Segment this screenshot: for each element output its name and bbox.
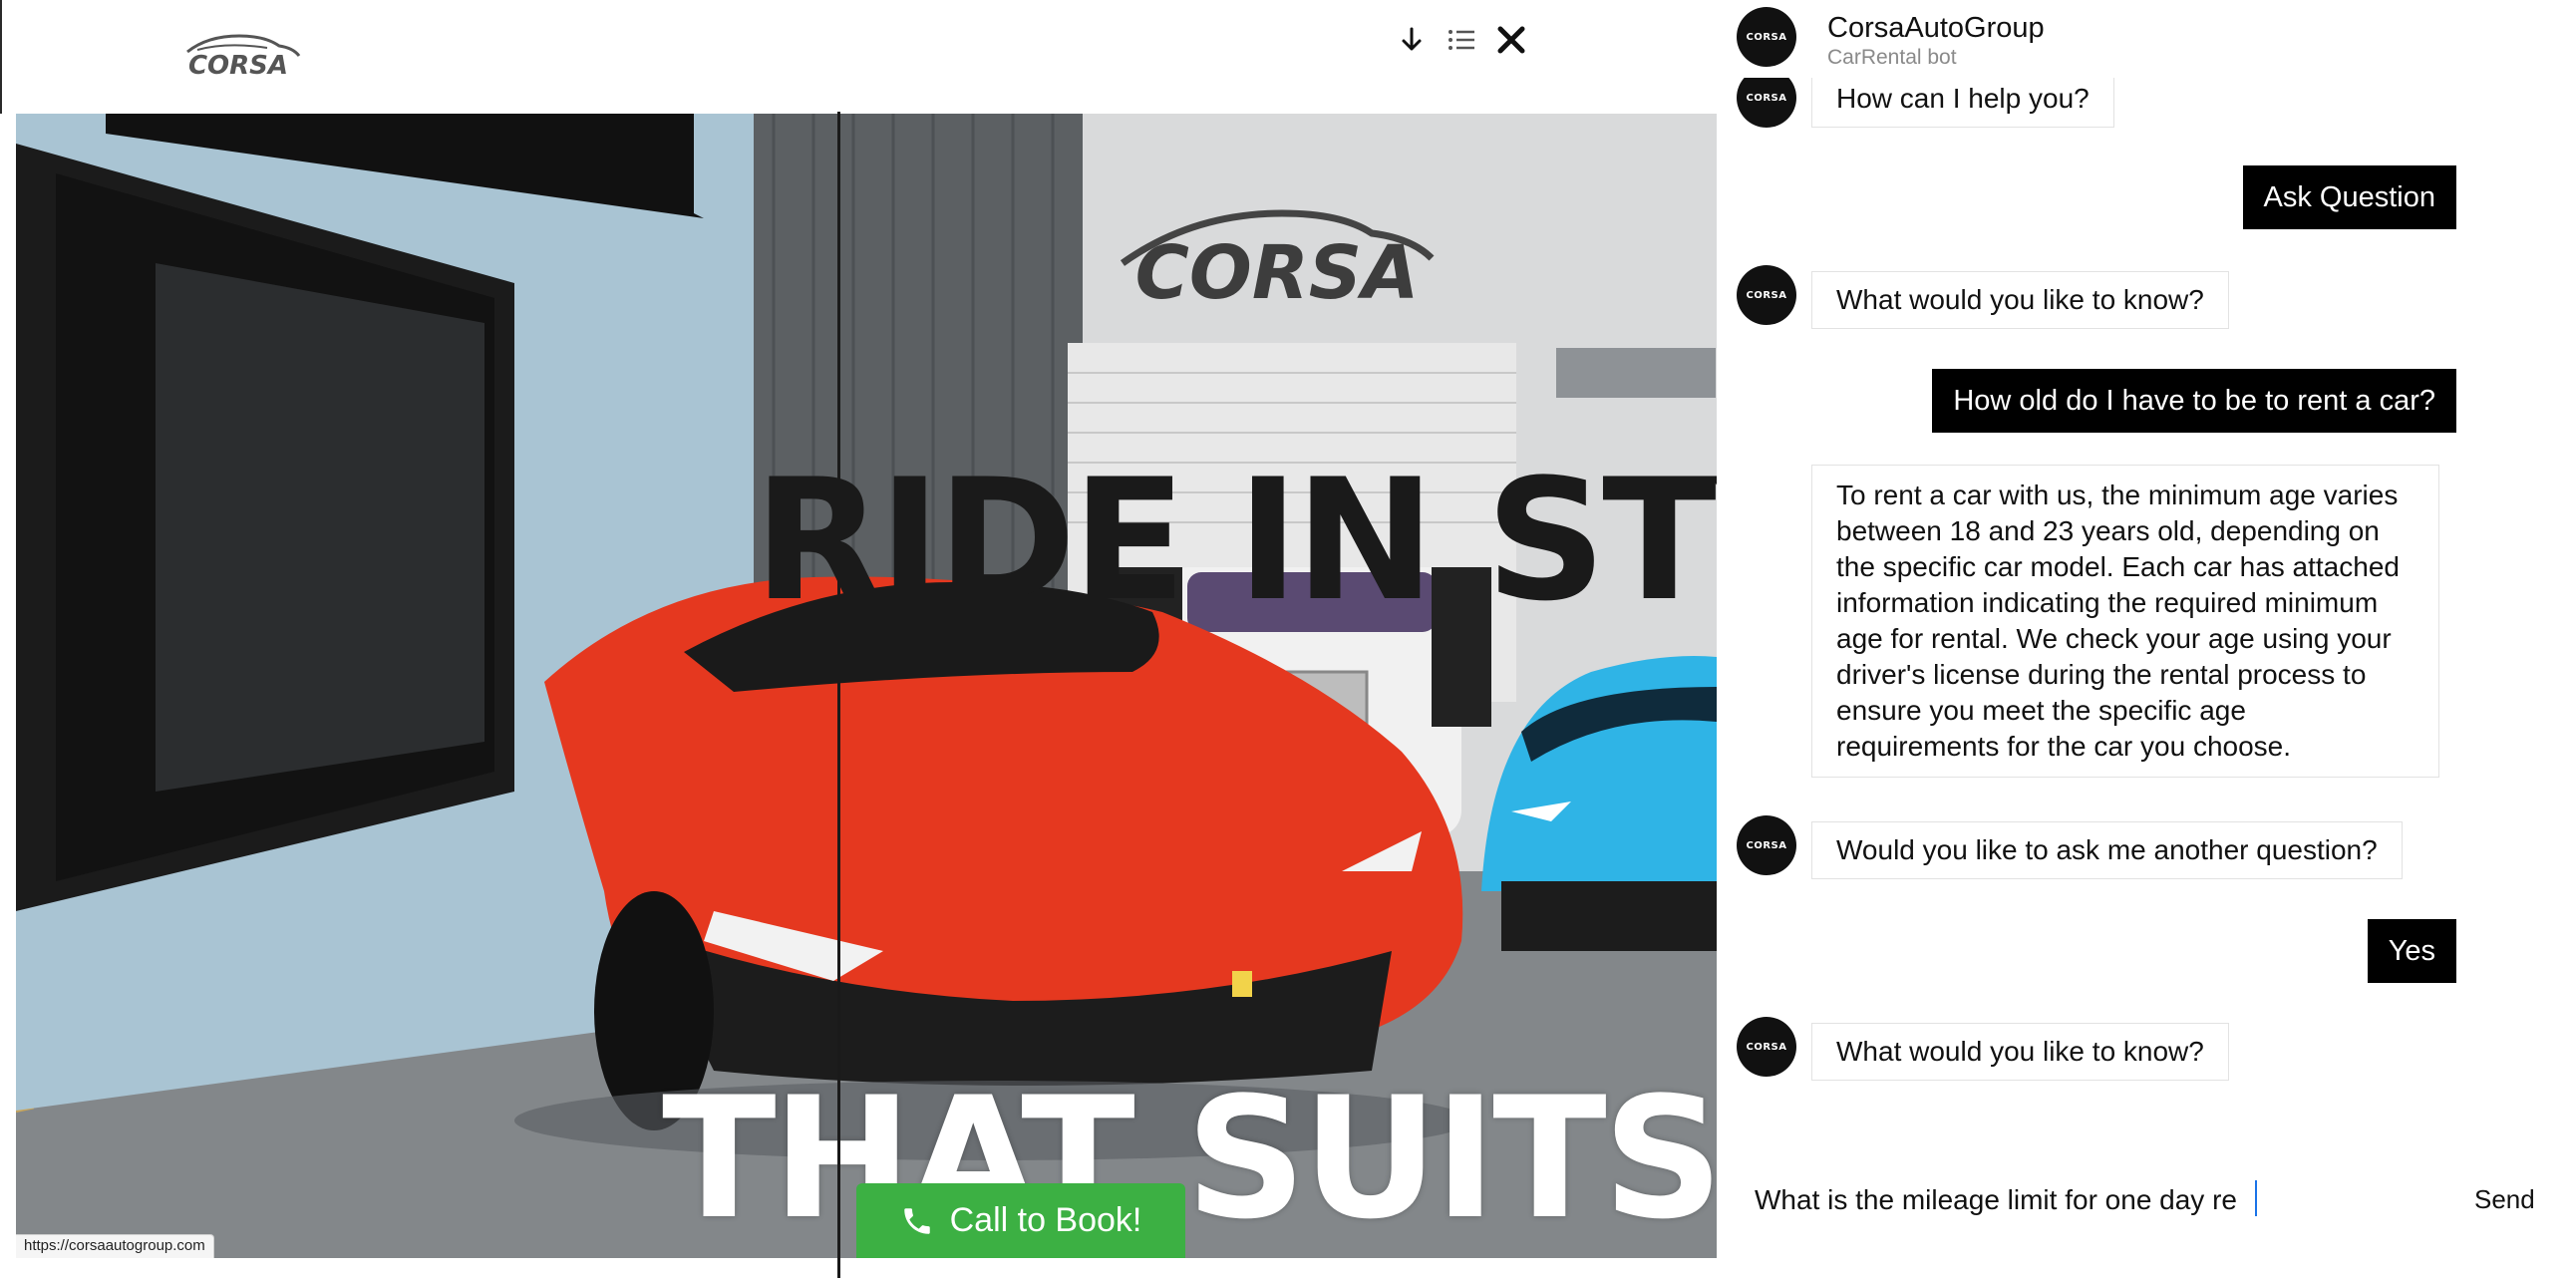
list-icon[interactable] — [1446, 24, 1477, 56]
chat-scrollbar[interactable] — [837, 112, 840, 1278]
call-to-book-label: Call to Book! — [949, 1201, 1142, 1239]
call-to-book-button[interactable]: Call to Book! — [856, 1183, 1185, 1258]
user-message-button[interactable]: Ask Question — [2242, 165, 2456, 229]
hero-headline-bottom: THAT SUITS YO — [662, 1061, 1717, 1256]
chat-composer: Send — [1717, 1166, 2576, 1280]
chat-message-list[interactable]: CORSA How can I help you? Ask Question C… — [1717, 78, 2576, 1176]
chat-header: CORSA CorsaAutoGroup CarRental bot — [1717, 0, 2576, 78]
chat-title: CorsaAutoGroup — [1827, 12, 2045, 44]
bot-message: To rent a car with us, the minimum age v… — [1811, 465, 2439, 778]
bot-message: What would you like to know? — [1811, 271, 2229, 329]
hero-banner: CORSA RIDE IN ST THAT SUITS Call to Book… — [16, 114, 1717, 1258]
bot-message: Would you like to ask me another questio… — [1811, 821, 2403, 879]
close-icon[interactable] — [1495, 24, 1527, 56]
corsa-logo[interactable]: CORSA — [167, 30, 309, 78]
bot-message: How can I help you? — [1811, 78, 2114, 128]
bot-avatar: CORSA — [1737, 78, 1796, 128]
chat-subtitle: CarRental bot — [1827, 46, 1957, 69]
phone-icon — [903, 1207, 930, 1234]
status-bar-url: https://corsaautogroup.com — [16, 1234, 214, 1258]
user-message-button[interactable]: Yes — [2367, 919, 2456, 983]
send-button[interactable]: Send — [2474, 1184, 2535, 1215]
bot-avatar: CORSA — [1737, 265, 1796, 325]
svg-text:CORSA: CORSA — [1135, 230, 1420, 316]
hero-headline-top: RIDE IN STYL — [754, 443, 1717, 638]
bot-message: What would you like to know? — [1811, 1023, 2229, 1081]
bot-avatar: CORSA — [1737, 1017, 1796, 1077]
site-header: CORSA — [0, 0, 1717, 114]
header-bot-avatar: CORSA — [1737, 7, 1796, 67]
page: CORSA CORSA RIDE IN ST THAT SUITS Call t… — [0, 0, 2576, 1280]
arrow-down-icon[interactable] — [1396, 24, 1428, 56]
text-caret — [2255, 1180, 2257, 1216]
message-input[interactable] — [1755, 1178, 2283, 1222]
logo-text: CORSA — [188, 51, 288, 78]
chat-widget: CORSA How can I help you? Ask Question C… — [1717, 0, 2576, 1280]
bot-avatar: CORSA — [1737, 815, 1796, 875]
user-message-button[interactable]: How old do I have to be to rent a car? — [1932, 369, 2456, 433]
